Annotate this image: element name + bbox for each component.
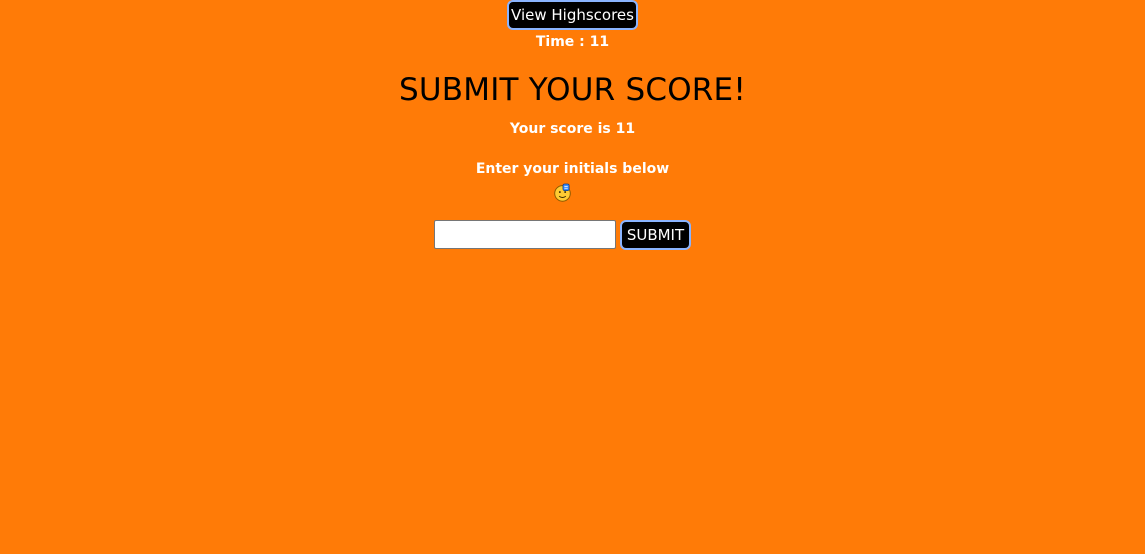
initials-input[interactable] — [434, 220, 616, 249]
page-title: SUBMIT YOUR SCORE! — [399, 72, 746, 108]
view-highscores-button[interactable]: View Highscores — [507, 0, 638, 30]
header-bar: View Highscores — [0, 0, 1145, 30]
page: View Highscores Time : 11 SUBMIT YOUR SC… — [0, 0, 1145, 554]
initials-instruction: Enter your initials below — [475, 161, 670, 177]
score-text: Your score is 11 — [509, 121, 636, 137]
submit-button[interactable]: SUBMIT — [620, 220, 691, 250]
timer-text: Time : 11 — [535, 34, 610, 50]
pointing-down-emoji-icon — [554, 183, 571, 202]
